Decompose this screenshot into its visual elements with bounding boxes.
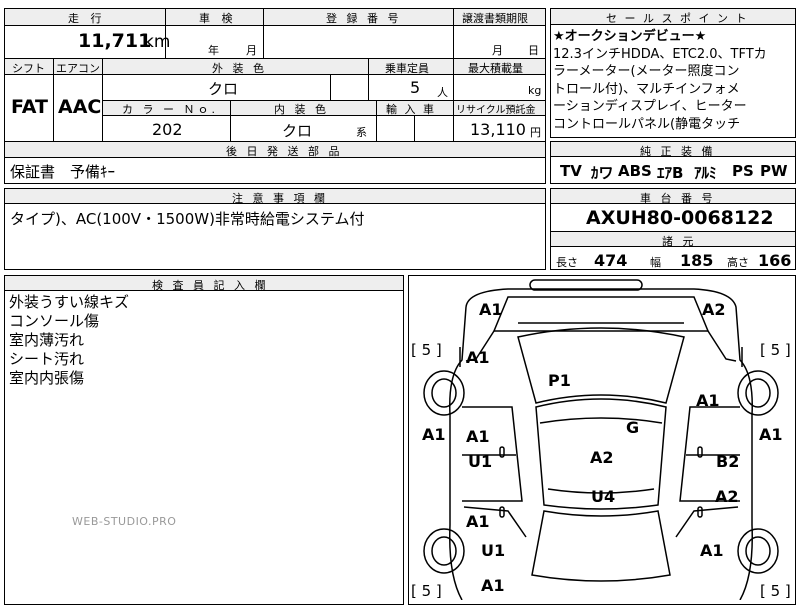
damage-mark: A1: [696, 391, 720, 410]
equipment-item: PS: [732, 162, 754, 180]
inspector-note: シート汚れ: [9, 350, 85, 368]
sales-point-line: ★オークションデビュー★: [553, 29, 707, 44]
length-label: 長さ: [556, 256, 578, 269]
later-parts-header: 後 日 発 送 部 品: [226, 145, 343, 158]
inspector-note: コンソール傷: [9, 312, 100, 330]
interior-color-header: 内 装 色: [274, 103, 329, 116]
width-value: 185: [680, 251, 714, 270]
equipment-item: PW: [760, 162, 788, 180]
equipment-item: ｶワ: [591, 164, 614, 182]
chassis-number: AXUH80-0068122: [586, 207, 774, 229]
damage-mark: P1: [548, 371, 571, 390]
inspector-note: 室内内張傷: [9, 369, 85, 387]
damage-mark: A1: [466, 427, 490, 446]
damage-mark: U1: [481, 541, 506, 560]
equipment-item: ABS: [618, 162, 652, 180]
import-header: 輸 入 車: [386, 103, 436, 116]
recycle-unit: 円: [530, 126, 541, 139]
shaken-year: 年: [208, 44, 219, 57]
aircon-value: AAC: [58, 96, 102, 118]
damage-mark: A1: [759, 425, 783, 444]
inspector-note: 外装うすい線キズ: [9, 293, 130, 311]
notes-header: 注 意 事 項 欄: [232, 192, 328, 205]
recycle-value: 13,110: [470, 120, 526, 139]
mileage-unit: km: [144, 32, 171, 52]
rear-right-wheel: [737, 528, 779, 574]
sales-points-header: セ ー ル ス ポ イ ン ト: [606, 12, 749, 25]
equipment-header: 純 正 装 備: [640, 145, 716, 158]
equipment-item: TV: [560, 162, 582, 180]
sales-point-line: ラーメーター(メーター照度コン: [553, 64, 740, 79]
transfer-deadline-header: 譲渡書類期限: [462, 12, 528, 25]
length-value: 474: [594, 251, 628, 270]
rear-window-outline: [531, 510, 671, 582]
height-label: 高さ: [727, 256, 749, 269]
front-left-wheel: [423, 370, 465, 416]
exterior-color-header: 外 装 色: [212, 62, 267, 75]
interior-color-suffix: 系: [356, 126, 367, 139]
damage-mark: A1: [481, 576, 505, 595]
shift-value: FAT: [11, 96, 48, 118]
damage-mark: A2: [715, 487, 739, 506]
watermark: WEB-STUDIO.PRO: [72, 515, 177, 528]
tire-tread-label: [ 5 ]: [411, 341, 442, 359]
registration-header: 登 録 番 号: [326, 12, 402, 25]
rear-left-wheel: [423, 528, 465, 574]
color-no-value: 202: [152, 120, 183, 139]
inspector-note: 室内薄汚れ: [9, 331, 85, 349]
equipment-item: ｱﾙﾐ: [694, 164, 717, 182]
chassis-header: 車 台 番 号: [640, 192, 716, 205]
capacity-unit: 人: [437, 86, 448, 99]
damage-mark: U4: [591, 487, 616, 506]
damage-mark: A1: [422, 425, 446, 444]
damage-mark: A1: [466, 512, 490, 531]
aircon-header: エアコン: [56, 62, 100, 75]
damage-mark: B2: [716, 452, 740, 471]
notes-value: タイプ)、AC(100V・1500W)非常時給電システム付: [10, 210, 365, 228]
specs-header: 諸 元: [662, 235, 697, 248]
damage-mark: A2: [702, 300, 726, 319]
interior-color-value: クロ: [282, 122, 313, 140]
sales-point-line: 12.3インチHDDA、ETC2.0、TFTカ: [553, 46, 767, 62]
mileage-value: 11,711: [78, 30, 152, 52]
tire-tread-label: [ 5 ]: [760, 582, 791, 600]
sales-point-line: トロール付)、マルチインフォメ: [553, 81, 740, 97]
sales-points-text: ★オークションデビュー★ 12.3インチHDDA、ETC2.0、TFTカ ラーメ…: [553, 28, 795, 133]
shift-header: シフト: [12, 62, 45, 75]
equipment-item: ｴｱB: [657, 164, 684, 182]
damage-mark: A1: [466, 348, 490, 367]
width-label: 幅: [650, 256, 661, 269]
tire-tread-label: [ 5 ]: [411, 582, 442, 600]
damage-mark: A1: [700, 541, 724, 560]
max-load-unit: kg: [528, 84, 542, 97]
later-parts-value: 保証書 予備ｷｰ: [10, 163, 116, 181]
recycle-header: リサイクル預託金: [456, 105, 536, 116]
mileage-header: 走 行: [68, 12, 106, 25]
capacity-value: 5: [410, 78, 421, 97]
sales-point-line: ーションディスプレイ、ヒーター: [553, 99, 747, 114]
inspector-notes-list: 外装うすい線キズ コンソール傷 室内薄汚れ シート汚れ 室内内張傷: [9, 293, 129, 388]
transfer-month: 月: [492, 44, 503, 57]
transfer-day: 日: [528, 44, 539, 57]
front-right-wheel: [737, 370, 779, 416]
inspector-header: 検 査 員 記 入 欄: [152, 279, 269, 292]
damage-mark: A2: [590, 448, 614, 467]
capacity-header: 乗車定員: [385, 62, 429, 75]
color-no-header: カ ラ ー Ｎｏ.: [122, 103, 218, 116]
damage-mark: A1: [479, 300, 503, 319]
max-load-header: 最大積載量: [468, 62, 523, 75]
shaken-month: 月: [246, 44, 257, 57]
damage-mark: U1: [468, 452, 493, 471]
sales-point-line: コントロールパネル(静電タッチ: [553, 116, 741, 132]
hood-outline: [492, 296, 710, 332]
damage-mark: G: [626, 418, 640, 437]
exterior-color-value: クロ: [208, 80, 239, 98]
tire-tread-label: [ 5 ]: [760, 341, 791, 359]
windshield-outline: [517, 327, 685, 404]
height-value: 166: [758, 251, 792, 270]
shaken-header: 車 検: [199, 12, 237, 25]
